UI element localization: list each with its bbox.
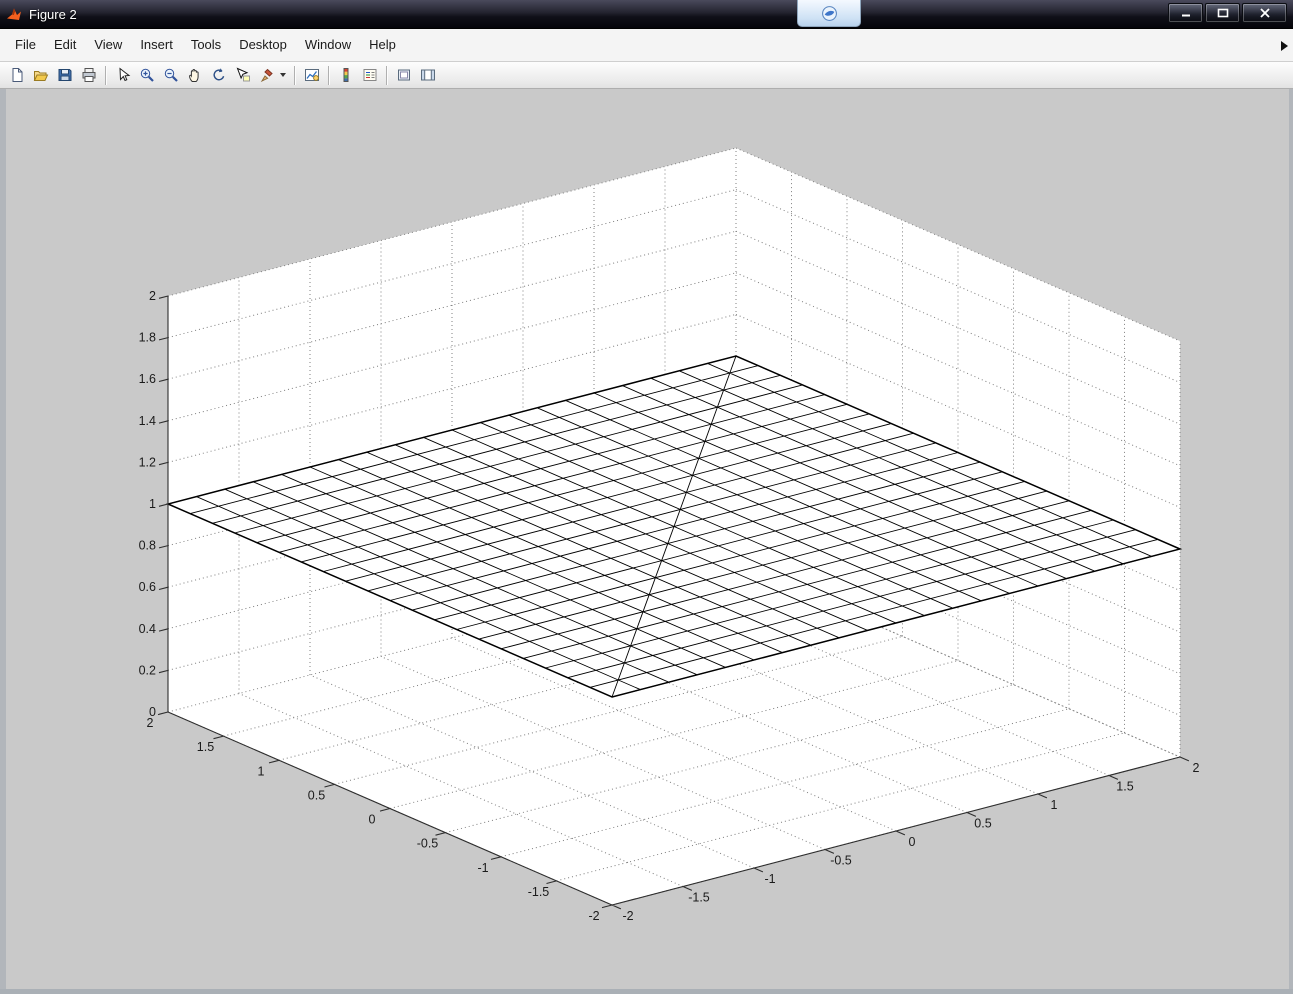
pan-icon xyxy=(187,67,203,83)
menu-tools[interactable]: Tools xyxy=(182,29,230,61)
svg-text:0: 0 xyxy=(369,813,376,827)
svg-text:1: 1 xyxy=(149,497,156,511)
toolbar xyxy=(0,62,1293,89)
menu-desktop[interactable]: Desktop xyxy=(230,29,296,61)
open-file-icon xyxy=(33,67,49,83)
insert-colorbar-icon xyxy=(338,67,354,83)
axes-3d[interactable]: 0 0.2 0.4 0.6 0.8 1 1.2 1.4 1.6 1.8 2 -2 -1.5 -1 -0.5 0… xyxy=(0,89,1293,994)
figure-window: Figure 2 FileEditViewInsertToolsDesktopW… xyxy=(0,0,1293,994)
print-icon xyxy=(81,67,97,83)
menu-window[interactable]: Window xyxy=(296,29,360,61)
titlebar: Figure 2 xyxy=(0,0,1293,29)
minimize-icon xyxy=(1180,8,1192,18)
save-icon xyxy=(57,67,73,83)
svg-text:1.5: 1.5 xyxy=(197,740,214,754)
svg-text:-1.5: -1.5 xyxy=(528,885,550,899)
save-button[interactable] xyxy=(53,64,77,87)
zoom-out-icon xyxy=(163,67,179,83)
pan-button[interactable] xyxy=(183,64,207,87)
figure-canvas: 0 0.2 0.4 0.6 0.8 1 1.2 1.4 1.6 1.8 2 -2 -1.5 -1 -0.5 0… xyxy=(0,89,1293,994)
window-frame-right xyxy=(1289,89,1293,994)
show-plot-tools-icon xyxy=(420,67,436,83)
zoom-in-icon xyxy=(139,67,155,83)
menu-edit[interactable]: Edit xyxy=(45,29,85,61)
menu-file[interactable]: File xyxy=(6,29,45,61)
hide-plot-tools-icon xyxy=(396,67,412,83)
svg-text:0: 0 xyxy=(909,835,916,849)
svg-text:0.2: 0.2 xyxy=(139,663,156,677)
maximize-icon xyxy=(1217,8,1229,18)
show-plot-tools-button[interactable] xyxy=(416,64,440,87)
menu-overflow-arrow-icon[interactable] xyxy=(1281,41,1288,51)
data-cursor-icon xyxy=(235,67,251,83)
window-frame-left xyxy=(0,89,6,994)
window-controls xyxy=(1168,3,1287,23)
svg-text:0.5: 0.5 xyxy=(974,817,991,831)
svg-text:1.2: 1.2 xyxy=(139,455,156,469)
brush-dropdown-arrow[interactable] xyxy=(280,73,286,77)
toolbar-separator xyxy=(105,66,107,85)
svg-text:1: 1 xyxy=(258,764,265,778)
edit-plot-button[interactable] xyxy=(111,64,135,87)
brush-icon xyxy=(259,67,275,83)
svg-text:1.8: 1.8 xyxy=(139,331,156,345)
svg-text:1: 1 xyxy=(1051,798,1058,812)
svg-text:-0.5: -0.5 xyxy=(417,837,439,851)
svg-text:-2: -2 xyxy=(622,909,633,923)
menu-help[interactable]: Help xyxy=(360,29,405,61)
svg-text:-2: -2 xyxy=(588,909,599,923)
new-file-button[interactable] xyxy=(5,64,29,87)
zoom-in-button[interactable] xyxy=(135,64,159,87)
menubar: FileEditViewInsertToolsDesktopWindowHelp xyxy=(0,29,1293,62)
toolbar-separator xyxy=(386,66,388,85)
background-app-icon xyxy=(821,5,838,22)
open-file-button[interactable] xyxy=(29,64,53,87)
print-button[interactable] xyxy=(77,64,101,87)
svg-text:0.6: 0.6 xyxy=(139,580,156,594)
data-cursor-button[interactable] xyxy=(231,64,255,87)
toolbar-separator xyxy=(294,66,296,85)
insert-colorbar-button[interactable] xyxy=(334,64,358,87)
edit-plot-icon xyxy=(115,67,131,83)
svg-text:1.6: 1.6 xyxy=(139,372,156,386)
svg-text:2: 2 xyxy=(149,289,156,303)
brush-button[interactable] xyxy=(255,64,279,87)
toolbar-separator xyxy=(328,66,330,85)
matlab-figure-icon xyxy=(6,6,22,22)
svg-text:2: 2 xyxy=(1193,761,1200,775)
close-icon xyxy=(1259,8,1271,18)
new-file-icon xyxy=(9,67,25,83)
hide-plot-tools-button[interactable] xyxy=(392,64,416,87)
maximize-button[interactable] xyxy=(1205,3,1240,23)
rotate-3d-button[interactable] xyxy=(207,64,231,87)
zoom-out-button[interactable] xyxy=(159,64,183,87)
svg-text:-1: -1 xyxy=(764,872,775,886)
rotate-3d-icon xyxy=(211,67,227,83)
menubar-items: FileEditViewInsertToolsDesktopWindowHelp xyxy=(6,29,405,61)
svg-text:2: 2 xyxy=(147,716,154,730)
menu-view[interactable]: View xyxy=(85,29,131,61)
window-frame-bottom xyxy=(0,989,1293,994)
svg-text:0.5: 0.5 xyxy=(308,788,325,802)
close-button[interactable] xyxy=(1242,3,1287,23)
link-plot-icon xyxy=(304,67,320,83)
insert-legend-button[interactable] xyxy=(358,64,382,87)
svg-text:0.8: 0.8 xyxy=(139,539,156,553)
svg-text:-1.5: -1.5 xyxy=(688,891,710,905)
menu-insert[interactable]: Insert xyxy=(131,29,182,61)
svg-text:-0.5: -0.5 xyxy=(830,854,852,868)
minimize-button[interactable] xyxy=(1168,3,1203,23)
insert-legend-icon xyxy=(362,67,378,83)
background-window-fragment xyxy=(797,0,861,27)
svg-text:1.5: 1.5 xyxy=(1116,780,1133,794)
link-plot-button[interactable] xyxy=(300,64,324,87)
window-title: Figure 2 xyxy=(29,7,77,22)
svg-text:-1: -1 xyxy=(477,861,488,875)
svg-text:1.4: 1.4 xyxy=(139,414,156,428)
svg-text:0.4: 0.4 xyxy=(139,622,156,636)
